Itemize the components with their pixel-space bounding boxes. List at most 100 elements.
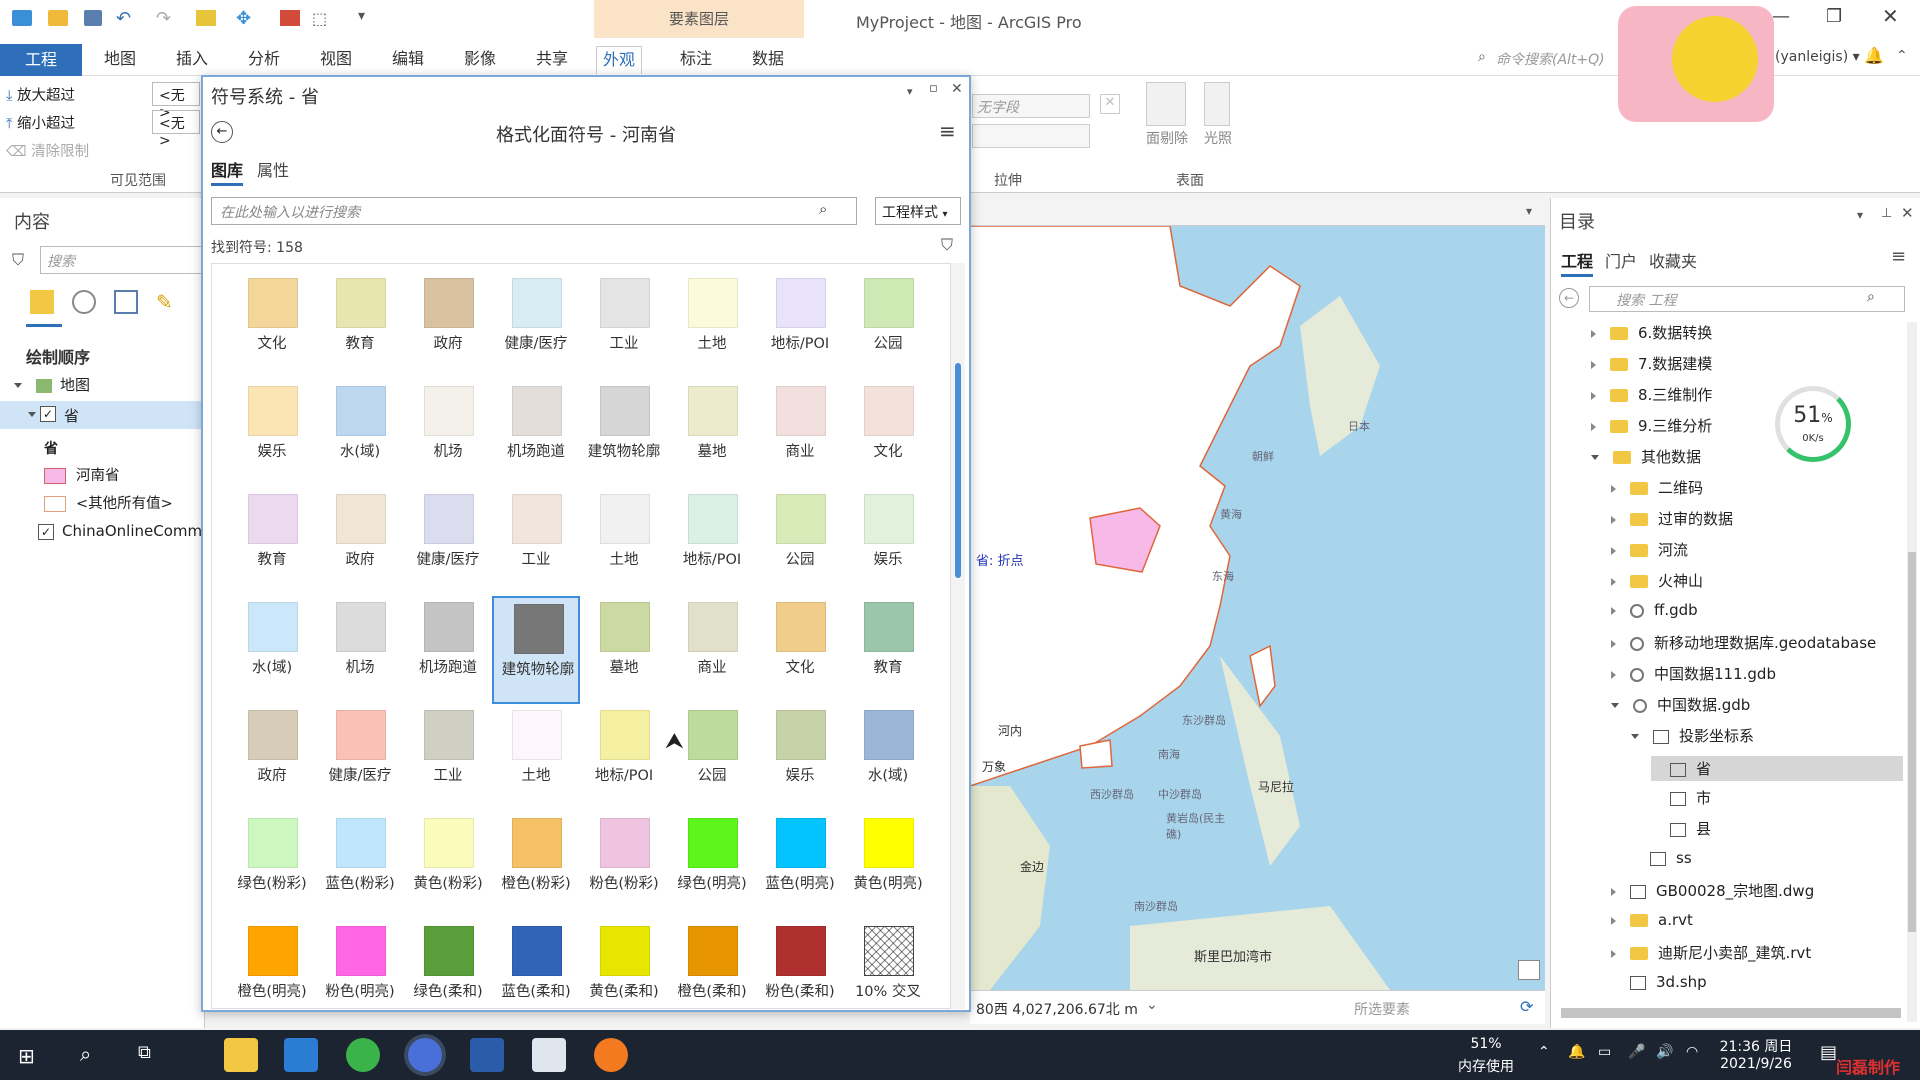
contents-search-input[interactable]: 搜索 [40,246,205,274]
catalog-item[interactable]: 新移动地理数据库.geodatabase [1611,632,1876,653]
symbol-tile[interactable]: 黄色(粉彩) [404,812,492,920]
symbol-tile[interactable]: 橙色(粉彩) [492,812,580,920]
toolbox-icon[interactable] [280,10,300,26]
catalog-item[interactable]: 市 [1651,787,1711,808]
catalog-menu-icon[interactable]: ▾ [1857,208,1863,222]
catalog-item[interactable]: 迪斯尼小卖部_建筑.rvt [1611,942,1811,963]
expand-arrow-icon[interactable] [1591,422,1596,431]
symbol-tile[interactable]: 工业 [492,488,580,596]
catalog-tab-favorites[interactable]: 收藏夹 [1649,248,1697,272]
symbol-tile[interactable]: 橙色(明亮) [228,920,316,1008]
pin-icon[interactable]: ⊥ [1881,206,1892,221]
symbol-tile[interactable]: 粉色(明亮) [316,920,404,1008]
symbol-tile[interactable]: 地标/POI [580,704,668,812]
style-dropdown[interactable]: 工程样式 ▾ [875,197,961,225]
symbol-tile[interactable]: 商业 [756,380,844,488]
refresh-icon[interactable]: ⟳ [1520,997,1533,1016]
catalog-scrollbar-thumb[interactable] [1908,552,1916,932]
tab-insert[interactable]: 插入 [170,46,214,74]
expand-arrow-icon[interactable] [1611,887,1616,896]
symbol-tile[interactable]: 蓝色(粉彩) [316,812,404,920]
symbol-tile[interactable]: 机场跑道 [404,596,492,704]
catalog-item[interactable]: ss [1631,849,1692,867]
collapse-arrow-icon[interactable] [1611,703,1619,708]
symbol-tile[interactable]: 建筑物轮廓 [580,380,668,488]
catalog-search-input[interactable]: 搜索 工程 [1589,286,1905,312]
symbol-tile[interactable]: 健康/医疗 [316,704,404,812]
extrusion-unit-dropdown[interactable] [972,124,1090,148]
catalog-item[interactable]: 火神山 [1611,570,1703,591]
symbol-tile[interactable]: 墓地 [668,380,756,488]
catalog-options-icon[interactable]: ≡ [1891,246,1906,267]
symbol-tile[interactable]: 商业 [668,596,756,704]
symbol-tile[interactable]: 娱乐 [756,704,844,812]
clock-date[interactable]: 2021/9/26 [1716,1056,1796,1072]
symbol-tile[interactable]: 文化 [844,380,932,488]
map-legend-icon[interactable] [1518,960,1540,980]
symbol-tile[interactable]: 墓地 [580,596,668,704]
word-icon[interactable] [470,1038,504,1072]
tab-edit[interactable]: 编辑 [386,46,430,74]
close-button[interactable]: ✕ [1882,4,1899,28]
collapse-arrow-icon[interactable] [14,383,22,388]
navigate-icon[interactable]: ✥ [236,8,251,29]
add-data-icon[interactable] [196,10,216,26]
symbol-tile[interactable]: 公园 [668,704,756,812]
arcgis-pro-icon[interactable] [408,1038,442,1072]
tab-labeling[interactable]: 标注 [674,46,718,74]
catalog-item[interactable]: 投影坐标系 [1631,725,1754,746]
symbol-tile[interactable]: 工业 [404,704,492,812]
legend-class-other[interactable]: <其他所有值> [44,492,173,513]
min-scale-dropdown[interactable]: <无> [152,82,200,121]
selection-icon[interactable] [114,290,138,314]
catalog-item[interactable]: 其他数据 [1591,446,1701,467]
collapse-arrow-icon[interactable] [1591,455,1599,460]
expand-arrow-icon[interactable] [1611,949,1616,958]
command-search-input[interactable]: 命令搜索(Alt+Q) [1496,49,1605,69]
clear-limits-button[interactable]: ⌫ 清除限制 [6,140,89,161]
symbol-filter-icon[interactable]: ⛉ [941,235,953,255]
clock-time[interactable]: 21:36 周日 [1716,1036,1796,1056]
symbol-tile[interactable]: 土地 [492,704,580,812]
layer-collapse-icon[interactable] [28,412,36,417]
editing-icon[interactable]: ✎ [156,290,173,314]
tab-appearance[interactable]: 外观 [596,46,643,74]
firefox-icon[interactable] [594,1038,628,1072]
tab-analysis[interactable]: 分析 [242,46,286,74]
symbol-tile[interactable]: 娱乐 [844,488,932,596]
file-explorer-icon[interactable] [224,1038,258,1072]
catalog-item[interactable]: 6.数据转换 [1591,322,1712,343]
map-node[interactable]: 地图 [14,374,90,395]
catalog-item[interactable]: 3d.shp [1611,973,1707,991]
dialog-close-icon[interactable]: ✕ [951,81,963,97]
symbol-tile[interactable]: 水(域) [844,704,932,812]
layer-visibility-checkbox[interactable]: ✓ [40,406,56,422]
symbol-tile[interactable]: 水(域) [316,380,404,488]
symbol-tile[interactable]: 绿色(柔和) [404,920,492,1008]
microphone-icon[interactable]: 🎤 [1628,1044,1645,1060]
catalog-item[interactable]: 过审的数据 [1611,508,1733,529]
catalog-tab-project[interactable]: 工程 [1561,248,1594,277]
symbol-tile[interactable]: 黄色(明亮) [844,812,932,920]
task-view-icon[interactable]: ⧉ [138,1042,151,1063]
tab-gallery[interactable]: 图库 [211,157,244,186]
collapse-ribbon-icon[interactable]: ⌃ [1896,48,1908,64]
symbol-tile[interactable]: 蓝色(柔和) [492,920,580,1008]
symbol-tile[interactable]: 教育 [316,272,404,380]
symbol-tile[interactable]: 教育 [844,596,932,704]
catalog-scrollbar[interactable] [1907,322,1917,1022]
browser-green-icon[interactable] [346,1038,380,1072]
symbol-tile[interactable]: 政府 [316,488,404,596]
symbol-tile[interactable]: 绿色(明亮) [668,812,756,920]
catalog-tab-portal[interactable]: 门户 [1605,248,1637,272]
catalog-item[interactable]: 河流 [1611,539,1688,560]
catalog-item[interactable]: a.rvt [1611,911,1693,929]
minimize-button[interactable]: — [1772,6,1790,27]
symbol-tile[interactable]: 健康/医疗 [492,272,580,380]
symbol-tile[interactable]: 黄色(柔和) [580,920,668,1008]
expand-arrow-icon[interactable] [1611,577,1616,586]
symbol-tile[interactable]: 建筑物轮廓 [492,596,580,704]
filter-icon[interactable]: ⛉ [12,250,24,270]
tab-share[interactable]: 共享 [530,46,574,74]
dialog-menu-icon[interactable]: ▾ [907,85,913,98]
